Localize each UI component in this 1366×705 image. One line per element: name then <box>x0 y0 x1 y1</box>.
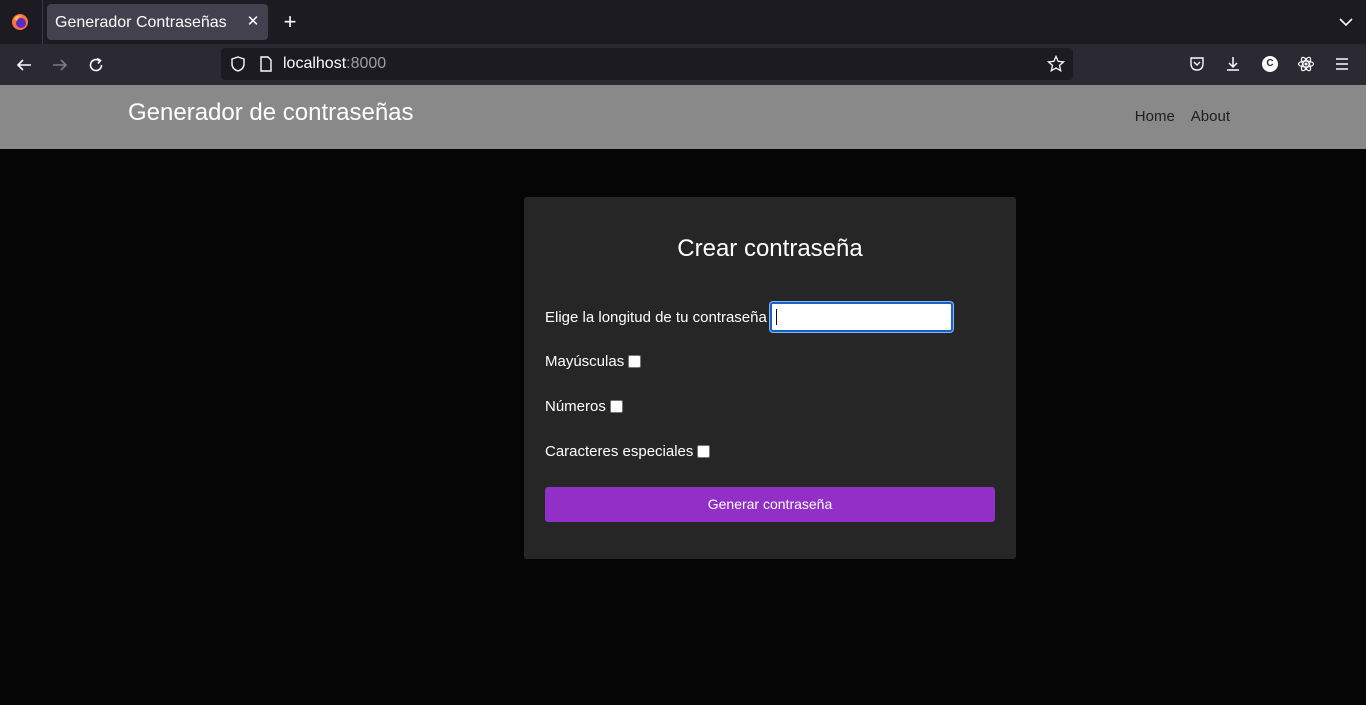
forward-arrow-icon[interactable] <box>47 52 73 78</box>
url-text[interactable]: localhost:8000 <box>283 55 386 73</box>
close-icon[interactable]: ✕ <box>244 13 262 31</box>
special-chars-label: Caracteres especiales <box>545 443 694 460</box>
site-brand[interactable]: Generador de contraseñas <box>128 99 414 127</box>
account-initial: C <box>1262 56 1278 72</box>
download-icon[interactable] <box>1223 54 1243 74</box>
url-port: :8000 <box>346 55 387 72</box>
account-icon[interactable]: C <box>1260 54 1280 74</box>
length-label: Elige la longitud de tu contraseña <box>545 308 767 326</box>
nav-home-link[interactable]: Home <box>1135 108 1175 125</box>
chevron-down-icon[interactable] <box>1336 12 1356 32</box>
browser-nav-bar: localhost:8000 C <box>0 44 1366 85</box>
tab-title: Generador Contraseñas <box>55 14 227 31</box>
length-input[interactable] <box>769 302 953 332</box>
browser-tab[interactable]: Generador Contraseñas ✕ <box>47 4 268 40</box>
special-chars-checkbox[interactable] <box>697 445 711 458</box>
nav-about-link[interactable]: About <box>1191 108 1230 125</box>
react-devtools-icon[interactable] <box>1296 54 1316 74</box>
reload-icon[interactable] <box>83 52 109 78</box>
shield-icon[interactable] <box>229 55 247 73</box>
text-caret <box>775 309 777 325</box>
hamburger-menu-icon[interactable] <box>1332 54 1352 74</box>
firefox-logo-icon[interactable] <box>11 13 29 31</box>
length-row: Elige la longitud de tu contraseña <box>545 302 953 332</box>
pocket-icon[interactable] <box>1187 54 1207 74</box>
browser-tab-bar: Generador Contraseñas ✕ + <box>0 0 1366 44</box>
numbers-label: Números <box>545 398 606 415</box>
plus-icon[interactable]: + <box>279 11 301 33</box>
url-host: localhost <box>283 55 347 72</box>
site-nav: Home About <box>1135 108 1230 125</box>
site-header: Generador de contraseñas Home About <box>0 85 1366 149</box>
page-icon[interactable] <box>257 55 275 73</box>
tab-separator <box>42 0 43 44</box>
form-title: Crear contraseña <box>677 235 863 262</box>
star-icon[interactable] <box>1047 55 1065 73</box>
back-arrow-icon[interactable] <box>11 52 37 78</box>
uppercase-row: Mayúsculas <box>545 353 642 370</box>
uppercase-label: Mayúsculas <box>545 353 625 370</box>
numbers-row: Números <box>545 398 623 415</box>
url-bar[interactable]: localhost:8000 <box>221 48 1073 80</box>
password-form-card: Crear contraseña Elige la longitud de tu… <box>524 197 1016 559</box>
generate-password-button[interactable]: Generar contraseña <box>545 487 995 522</box>
numbers-checkbox[interactable] <box>609 400 623 413</box>
special-chars-row: Caracteres especiales <box>545 443 711 460</box>
uppercase-checkbox[interactable] <box>628 355 642 368</box>
